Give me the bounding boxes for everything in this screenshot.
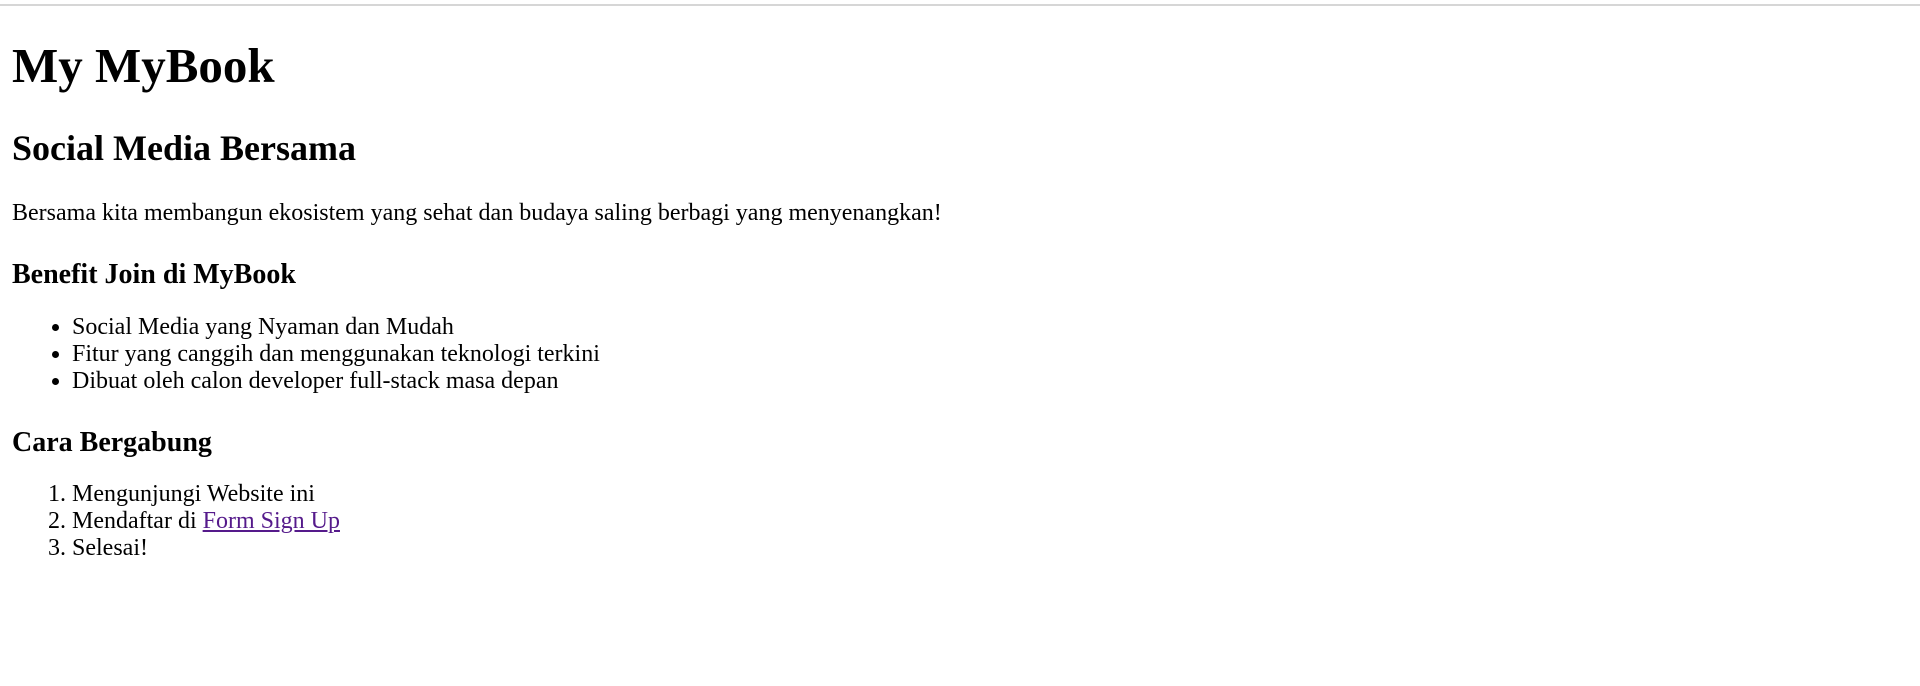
page-content: My MyBook Social Media Bersama Bersama k… [12,6,1892,562]
benefit-item: Social Media yang Nyaman dan Mudah [72,314,1892,341]
join-step: Selesai! [72,535,1892,562]
join-step: Mendaftar di Form Sign Up [72,508,1892,535]
benefits-list: Social Media yang Nyaman dan Mudah Fitur… [12,314,1892,395]
page-title: My MyBook [12,38,275,93]
benefits-heading: Benefit Join di MyBook [12,259,296,291]
join-step: Mengunjungi Website ini [72,481,1892,508]
signup-form-link[interactable]: Form Sign Up [203,508,340,534]
intro-paragraph: Bersama kita membangun ekosistem yang se… [12,199,942,226]
join-steps-list: Mengunjungi Website ini Mendaftar di For… [12,481,1892,562]
benefit-item: Fitur yang canggih dan menggunakan tekno… [72,341,1892,368]
benefit-item: Dibuat oleh calon developer full-stack m… [72,368,1892,395]
page-subtitle: Social Media Bersama [12,128,356,169]
join-heading: Cara Bergabung [12,426,212,458]
join-step-prefix: Mendaftar di [72,507,203,534]
